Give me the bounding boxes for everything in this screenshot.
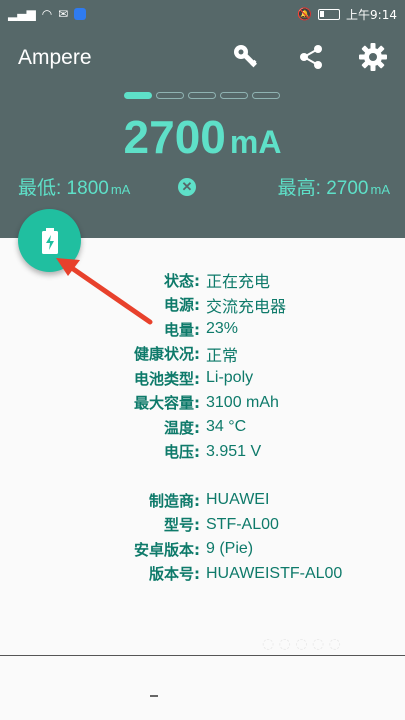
app-title: Ampere — [18, 46, 92, 69]
info-label: 制造商: — [149, 491, 200, 510]
current-reading: 2700 mA — [0, 110, 405, 164]
info-value: Li-poly — [206, 369, 254, 387]
share-icon[interactable] — [296, 42, 326, 72]
info-label: 状态: — [164, 271, 200, 290]
info-value: 9 (Pie) — [206, 540, 254, 558]
page-dot[interactable] — [252, 92, 280, 99]
reset-minmax-button[interactable]: ✕ — [178, 177, 196, 196]
nav-handle — [150, 695, 158, 697]
info-value: 23% — [206, 320, 239, 338]
divider — [0, 655, 405, 656]
status-right: 🔕 上午9:14 — [297, 6, 397, 23]
battery-info: 状态: 正在充电 电源: 交流充电器 电量: 23% 健康状况: 正常 电池类型: Li-poly… — [0, 268, 405, 586]
current-unit: mA — [229, 124, 282, 160]
battery-icon — [318, 8, 341, 20]
mail-icon: ✉ — [58, 7, 69, 21]
info-label: 电源: — [164, 296, 200, 315]
info-value: STF-AL00 — [206, 515, 279, 533]
info-label: 温度: — [164, 418, 200, 437]
info-label: 安卓版本: — [134, 540, 200, 559]
status-left: ▂▄▆ ◠ ✉ — [8, 7, 87, 21]
max-reading: 最高: 2700 mA — [278, 173, 390, 200]
status-bar: ▂▄▆ ◠ ✉ 🔕 上午9:14 — [0, 0, 405, 28]
key-icon[interactable] — [231, 42, 261, 72]
info-row: 安卓版本: 9 (Pie) — [0, 537, 405, 562]
mute-icon: 🔕 — [297, 7, 313, 21]
max-label: 最高: 2700 — [277, 178, 369, 199]
info-value: 3.951 V — [206, 442, 262, 460]
info-value: 正在充电 — [206, 274, 271, 292]
info-label: 最大容量: — [134, 394, 200, 413]
info-row: 电池类型: Li-poly — [0, 366, 405, 391]
info-value: HUAWEI — [206, 491, 270, 509]
info-value: 3100 mAh — [206, 393, 279, 411]
info-row: 最大容量: 3100 mAh — [0, 391, 405, 416]
wifi-icon: ◠ — [41, 7, 53, 21]
info-label: 电池类型: — [134, 369, 200, 388]
info-value: 34 °C — [206, 418, 247, 436]
info-label: 健康状况: — [134, 345, 200, 364]
info-label: 型号: — [164, 516, 200, 535]
info-row: 健康状况: 正常 — [0, 342, 405, 367]
info-label: 版本号: — [149, 565, 200, 584]
info-label: 电压: — [164, 443, 200, 462]
info-value: 交流充电器 — [206, 298, 287, 316]
info-row: 温度: 34 °C — [0, 415, 405, 440]
page-dot[interactable] — [156, 92, 184, 99]
info-value: HUAWEISTF-AL00 — [206, 564, 343, 582]
page-dot[interactable] — [220, 92, 248, 99]
page-dot[interactable] — [124, 92, 152, 99]
shield-icon — [74, 8, 87, 20]
header: Ampere 2700 mA 最低: 1800 mA ✕ 最高: 2700 mA — [0, 28, 405, 238]
watermark: ◌ ◌ ◌ ◌ ◌ — [262, 636, 341, 652]
info-row: 型号: STF-AL00 — [0, 513, 405, 538]
info-row: 电量: 23% — [0, 317, 405, 342]
min-max-row: 最低: 1800 mA ✕ 最高: 2700 mA — [18, 173, 390, 200]
current-value: 2700 — [123, 111, 226, 163]
gear-icon[interactable] — [358, 42, 388, 72]
page-indicator — [124, 92, 280, 99]
min-unit: mA — [110, 182, 131, 197]
info-row: 电压: 3.951 V — [0, 440, 405, 465]
min-reading: 最低: 1800 mA — [18, 173, 130, 200]
info-value: 正常 — [206, 347, 239, 365]
max-unit: mA — [370, 182, 391, 197]
info-row: 状态: 正在充电 — [0, 268, 405, 293]
page-dot[interactable] — [188, 92, 216, 99]
info-row: 版本号: HUAWEISTF-AL00 — [0, 562, 405, 587]
info-row: 制造商: HUAWEI — [0, 488, 405, 513]
clock: 上午9:14 — [346, 7, 397, 22]
min-label: 最低: 1800 — [18, 178, 109, 199]
info-label: 电量: — [164, 320, 200, 339]
info-row: 电源: 交流充电器 — [0, 293, 405, 318]
signal-icon: ▂▄▆ — [8, 7, 36, 21]
